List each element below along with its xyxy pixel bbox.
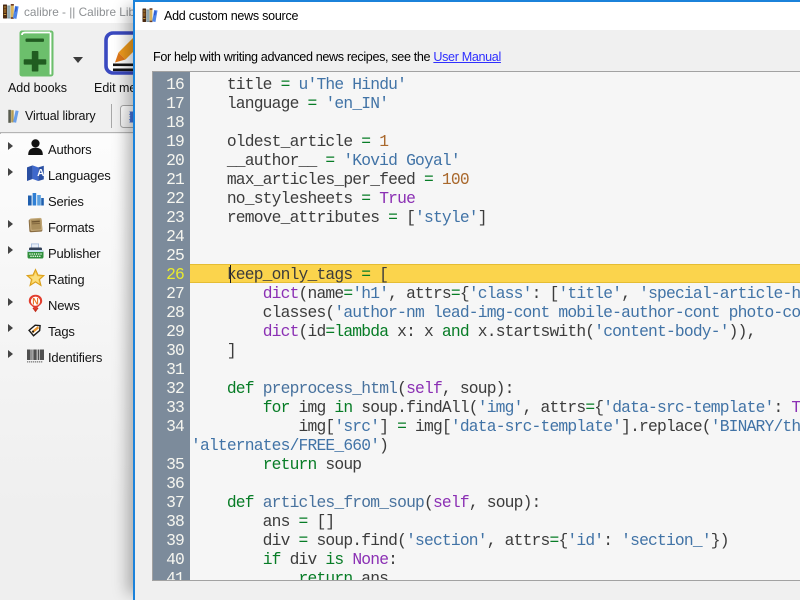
svg-text:N: N <box>32 296 39 306</box>
svg-text:A: A <box>37 168 44 179</box>
